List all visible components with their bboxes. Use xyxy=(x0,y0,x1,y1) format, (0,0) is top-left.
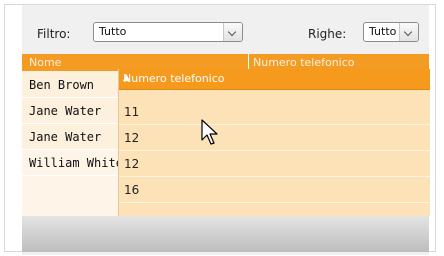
rows-select-value: Tutto xyxy=(369,25,397,38)
dragged-cell-value: 12 xyxy=(124,131,140,145)
cell-name: Jane Water xyxy=(29,130,102,144)
filter-select-value: Tutto xyxy=(99,25,127,38)
dragged-column[interactable]: Numero telefonico ▲ 11 12 12 16 xyxy=(118,69,430,216)
sort-ascending-icon: ▲ xyxy=(123,73,130,83)
filter-select[interactable]: Tutto xyxy=(93,22,243,42)
dragged-column-header[interactable]: Numero telefonico ▲ xyxy=(119,69,430,90)
column-header-phone[interactable]: Numero telefonico xyxy=(253,56,355,69)
dragged-cell: 12 xyxy=(119,125,430,151)
rows-select[interactable]: Tutto xyxy=(363,22,419,42)
dragged-cell: 16 xyxy=(119,177,430,203)
chevron-down-icon[interactable] xyxy=(223,23,242,41)
dragged-cell-value: 16 xyxy=(124,183,140,197)
cell-name: William White xyxy=(29,156,123,170)
mouse-pointer-icon xyxy=(201,119,218,145)
dragged-cell-value: 11 xyxy=(124,105,140,119)
dragged-cell: 11 xyxy=(119,99,430,125)
filter-label: Filtro: xyxy=(37,27,71,41)
dragged-cell-value: 12 xyxy=(124,157,140,171)
chevron-down-icon[interactable] xyxy=(399,23,418,41)
dragged-cell: 12 xyxy=(119,151,430,177)
grid-footer xyxy=(22,216,429,252)
toolbar: Filtro: Tutto Righe: Tutto xyxy=(22,10,429,50)
rows-label: Righe: xyxy=(308,27,347,41)
column-header-name[interactable]: Nome xyxy=(29,56,61,69)
cell-name: Ben Brown xyxy=(29,78,95,92)
cell-name: Jane Water xyxy=(29,104,102,118)
